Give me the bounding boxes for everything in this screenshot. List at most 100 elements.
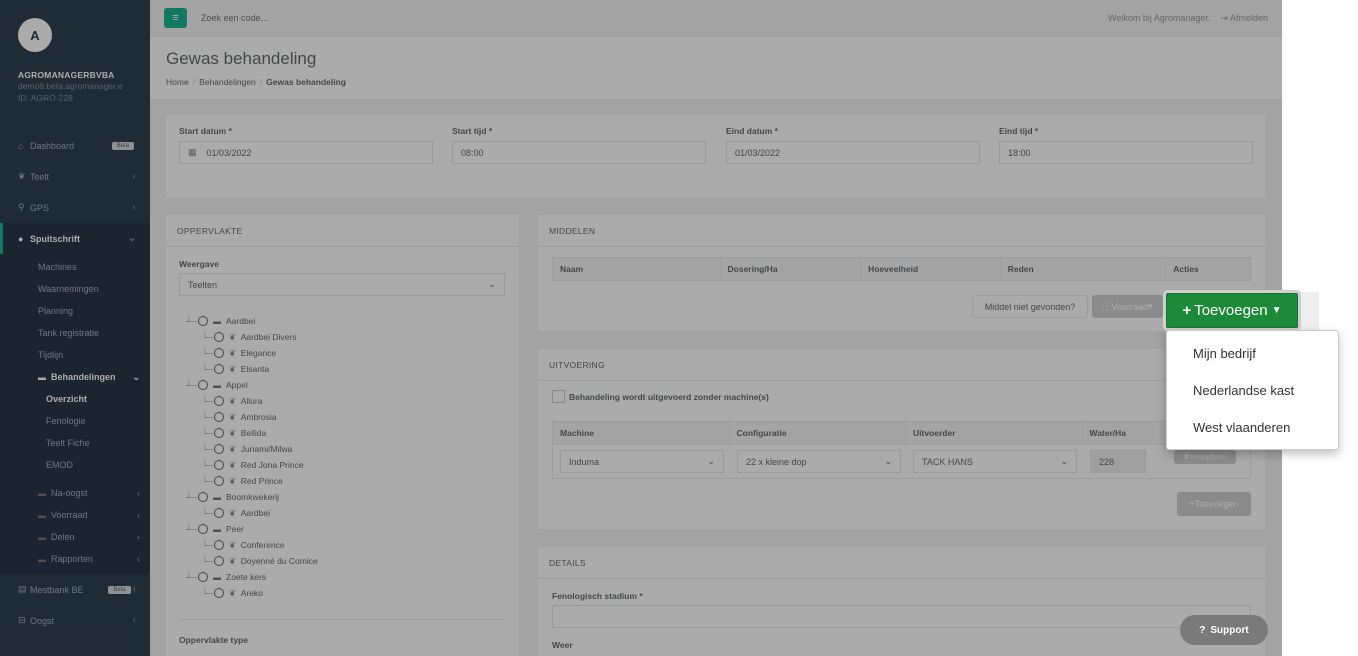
tree-radio[interactable] bbox=[214, 332, 224, 342]
dropdown-item-west-vlaanderen[interactable]: West vlaanderen bbox=[1167, 409, 1338, 446]
tree-radio[interactable] bbox=[214, 364, 224, 374]
weergave-select[interactable]: Teelten ⌄ bbox=[179, 273, 505, 296]
chevron-left-icon: ‹ bbox=[137, 532, 140, 542]
sub-tijdlijn[interactable]: Tijdlijn bbox=[0, 344, 150, 366]
tree-group-node[interactable]: ┴─ ▬ Appel bbox=[186, 377, 506, 393]
tree-leaf-node[interactable]: └─ ❦ Aardbei Divers bbox=[186, 329, 506, 345]
nav-gps[interactable]: ⚲ GPS ‹ bbox=[0, 192, 150, 223]
sub-waarnemingen[interactable]: Waarnemingen bbox=[0, 278, 150, 300]
tree-radio[interactable] bbox=[214, 556, 224, 566]
hamburger-menu-button[interactable]: ≡ bbox=[164, 8, 187, 28]
tree-leaf-node[interactable]: └─ ❦ Red Prince bbox=[186, 473, 506, 489]
dropdown-item-mijn-bedrijf[interactable]: Mijn bedrijf bbox=[1167, 335, 1338, 372]
chevron-left-icon: ‹ bbox=[132, 171, 136, 182]
tree-radio[interactable] bbox=[198, 492, 208, 502]
col-configuratie: Configuratie bbox=[730, 422, 906, 444]
sub-teelt-fiche[interactable]: Teelt Fiche bbox=[0, 432, 150, 454]
tree-radio[interactable] bbox=[198, 572, 208, 582]
support-button[interactable]: ? Support bbox=[1180, 615, 1268, 645]
tree-leaf-node[interactable]: └─ ❦ Ambrosia bbox=[186, 409, 506, 425]
sub-label: Na-oogst bbox=[51, 488, 88, 498]
eind-tijd-input[interactable]: 18:00 bbox=[999, 141, 1253, 164]
breadcrumb-behandelingen[interactable]: Behandelingen bbox=[199, 77, 256, 87]
tree-leaf-node[interactable]: └─ ❦ Elsanta bbox=[186, 361, 506, 377]
tree-leaf-node[interactable]: └─ ❦ Elegance bbox=[186, 345, 506, 361]
sub-emod[interactable]: EMOD bbox=[0, 454, 150, 476]
eind-datum-label: Eind datum * bbox=[726, 126, 778, 136]
tree-connector: └─ bbox=[202, 588, 214, 598]
sub-planning[interactable]: Planning bbox=[0, 300, 150, 322]
water-input[interactable]: 228 bbox=[1090, 450, 1146, 473]
tree-radio[interactable] bbox=[214, 444, 224, 454]
avatar[interactable]: A bbox=[18, 18, 52, 52]
tree-radio[interactable] bbox=[214, 476, 224, 486]
tree-connector: └─ bbox=[202, 444, 214, 454]
tree-radio[interactable] bbox=[214, 508, 224, 518]
tree-connector: └─ bbox=[202, 412, 214, 422]
nav-dashboard[interactable]: ⌂ Dashboard Beta bbox=[0, 130, 150, 161]
sub-overzicht[interactable]: Overzicht bbox=[0, 388, 150, 410]
tree-radio[interactable] bbox=[214, 460, 224, 470]
tree-leaf-node[interactable]: └─ ❦ Red Jona Prince bbox=[186, 457, 506, 473]
logout-link[interactable]: ⇥ Afmelden bbox=[1220, 13, 1268, 24]
configuratie-select[interactable]: 22 x kleine dop ⌄ bbox=[737, 450, 901, 473]
company-name[interactable]: AGROMANAGERBVBA bbox=[18, 70, 150, 80]
middelen-panel: MIDDELEN Naam Dosering/Ha Hoeveelheid Re… bbox=[538, 215, 1265, 331]
search-input[interactable] bbox=[201, 13, 1109, 23]
tree-radio[interactable] bbox=[198, 380, 208, 390]
tree-radio[interactable] bbox=[214, 348, 224, 358]
sub-machines[interactable]: Machines bbox=[0, 256, 150, 278]
sub-voorraad[interactable]: ▬ Voorraad ‹ bbox=[0, 504, 150, 526]
tree-group-node[interactable]: ┴─ ▬ Aardbei bbox=[186, 313, 506, 329]
logout-label: Afmelden bbox=[1229, 12, 1268, 23]
tree-connector: ┴─ bbox=[186, 316, 198, 326]
zonder-machine-checkbox[interactable] bbox=[552, 390, 565, 403]
tree-group-node[interactable]: ┴─ ▬ Boomkwekerij bbox=[186, 489, 506, 505]
sub-delen[interactable]: ▬ Delen ‹ bbox=[0, 526, 150, 548]
sub-label: Tank registratie bbox=[38, 328, 100, 338]
tree-leaf-node[interactable]: └─ ❦ Junami/Milwa bbox=[186, 441, 506, 457]
tree-leaf-node[interactable]: └─ ❦ Areko bbox=[186, 585, 506, 601]
dropdown-item-nederlandse-kast[interactable]: Nederlandse kast bbox=[1167, 372, 1338, 409]
eind-datum-input[interactable]: 01/03/2022 bbox=[726, 141, 980, 164]
nav-oogst[interactable]: ⊟ Oogst ‹ bbox=[0, 605, 150, 636]
middelen-toevoegen-button[interactable]: + Toevoegen ▼ bbox=[1166, 293, 1298, 328]
sub-behandelingen[interactable]: ▬ Behandelingen ⌄ bbox=[0, 366, 150, 388]
breadcrumb-home[interactable]: Home bbox=[166, 77, 189, 87]
tree-leaf-node[interactable]: └─ ❦ Allura bbox=[186, 393, 506, 409]
tree-radio[interactable] bbox=[214, 540, 224, 550]
tree-radio[interactable] bbox=[214, 412, 224, 422]
tree-radio[interactable] bbox=[198, 524, 208, 534]
uitvoerder-select[interactable]: TACK HANS ⌄ bbox=[913, 450, 1077, 473]
tree-leaf-node[interactable]: └─ ❦ Doyenné du Comice bbox=[186, 553, 506, 569]
tree-leaf-node[interactable]: └─ ❦ Conference bbox=[186, 537, 506, 553]
folder-icon: ▬ bbox=[38, 554, 46, 564]
nav-teelt[interactable]: ❦ Teelt ‹ bbox=[0, 161, 150, 192]
start-tijd-input[interactable]: 08:00 bbox=[452, 141, 706, 164]
nav-mestbank[interactable]: ▤ Mestbank BE Beta ‹ bbox=[0, 574, 150, 605]
sub-na-oogst[interactable]: ▬ Na-oogst ‹ bbox=[0, 482, 150, 504]
tree-leaf-node[interactable]: └─ ❦ Aardbei bbox=[186, 505, 506, 521]
start-datum-input[interactable]: ▦ 01/03/2022 bbox=[179, 141, 433, 164]
uitvoering-toevoegen-button[interactable]: + Toevoegen bbox=[1177, 492, 1251, 516]
machine-select[interactable]: Induma ⌄ bbox=[560, 450, 724, 473]
sub-label: Voorraad bbox=[51, 510, 88, 520]
tree-radio[interactable] bbox=[214, 428, 224, 438]
voorraad-button[interactable]: ⓘ Voorraad ▾ bbox=[1092, 295, 1163, 318]
sub-rapporten[interactable]: ▬ Rapporten ‹ bbox=[0, 548, 150, 570]
sub-fenologie[interactable]: Fenologie bbox=[0, 410, 150, 432]
verwijderen-button[interactable]: ✖ Verwijderen bbox=[1174, 450, 1236, 464]
tree-leaf-node[interactable]: └─ ❦ Bellida bbox=[186, 425, 506, 441]
tree-group-node[interactable]: ┴─ ▬ Peer bbox=[186, 521, 506, 537]
sub-tank-registratie[interactable]: Tank registratie bbox=[0, 322, 150, 344]
beta-badge: Beta bbox=[111, 141, 134, 150]
middel-niet-gevonden-button[interactable]: Middel niet gevonden? bbox=[972, 295, 1088, 318]
nav-spuitschrift[interactable]: ● Spuitschrift ⌄ bbox=[0, 223, 150, 254]
tree-radio[interactable] bbox=[214, 588, 224, 598]
sub-label: Overzicht bbox=[46, 394, 88, 404]
fenologisch-input[interactable] bbox=[552, 605, 1251, 628]
tree-group-node[interactable]: ┴─ ▬ Zoete kers bbox=[186, 569, 506, 585]
tree-connector: ┴─ bbox=[186, 380, 198, 390]
tree-radio[interactable] bbox=[214, 396, 224, 406]
tree-radio[interactable] bbox=[198, 316, 208, 326]
